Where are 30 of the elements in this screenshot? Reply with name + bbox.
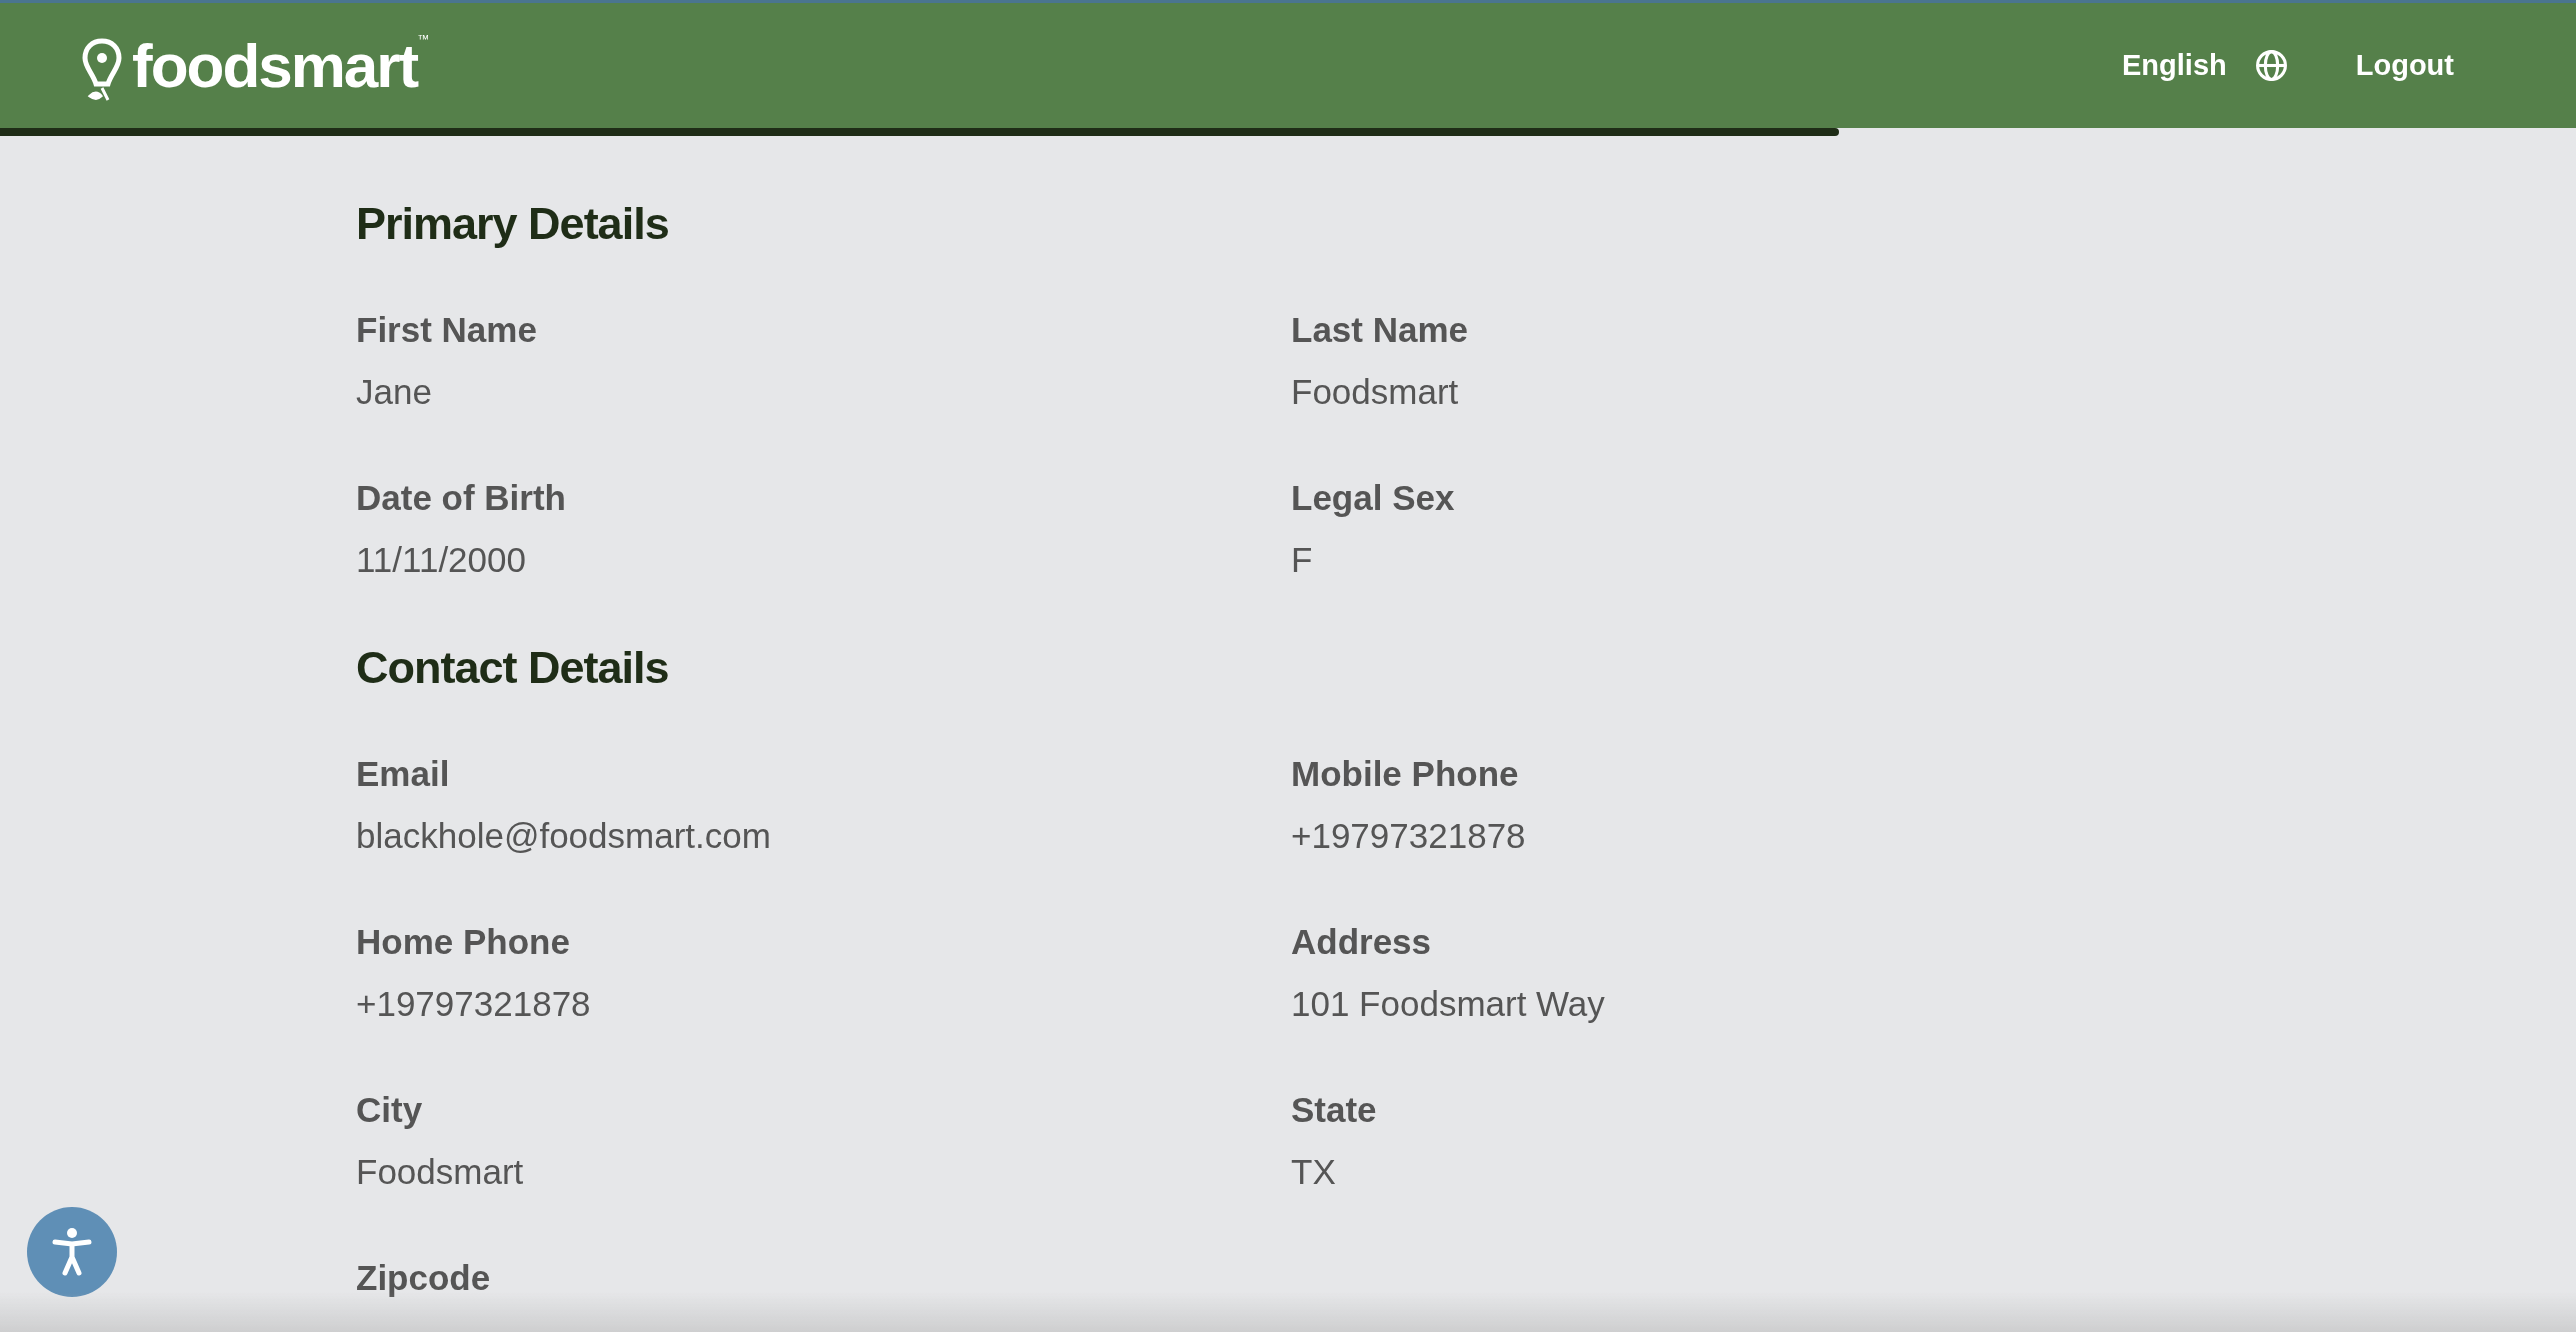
field-value: 11/11/2000 xyxy=(356,540,527,580)
field-label: State xyxy=(1291,1090,1378,1130)
field-label: Date of Birth xyxy=(356,478,567,518)
field-value: +19797321878 xyxy=(1291,816,1527,856)
field-label: Home Phone xyxy=(356,922,571,962)
map-pin-icon xyxy=(82,37,122,102)
field-label: Email xyxy=(356,754,451,794)
field-value: Foodsmart xyxy=(1291,372,1460,412)
field-value: Foodsmart xyxy=(356,1152,525,1192)
field-label: Zipcode xyxy=(356,1258,492,1298)
field-value: F xyxy=(1291,540,1314,580)
section-heading: Primary Details xyxy=(356,198,670,250)
field-value: TX xyxy=(1291,1152,1337,1192)
field-label: First Name xyxy=(356,310,538,350)
field-value: Jane xyxy=(356,372,433,412)
field-value: blackhole@foodsmart.com xyxy=(356,816,772,856)
language-selector[interactable]: English xyxy=(2122,49,2227,82)
field-label: Last Name xyxy=(1291,310,1470,350)
globe-icon[interactable] xyxy=(2254,49,2288,82)
field-label: City xyxy=(356,1090,424,1130)
field-value: 101 Foodsmart Way xyxy=(1291,984,1606,1024)
field-label: Legal Sex xyxy=(1291,478,1456,518)
field-value: +19797321878 xyxy=(356,984,592,1024)
trademark-mark: ™ xyxy=(417,31,430,46)
field-label: Address xyxy=(1291,922,1433,962)
logo-text: foodsmart xyxy=(132,30,418,101)
logout-link[interactable]: Logout xyxy=(2355,49,2454,82)
accessibility-icon xyxy=(52,1227,92,1277)
section-heading: Contact Details xyxy=(356,642,670,694)
field-label: Mobile Phone xyxy=(1291,754,1520,794)
